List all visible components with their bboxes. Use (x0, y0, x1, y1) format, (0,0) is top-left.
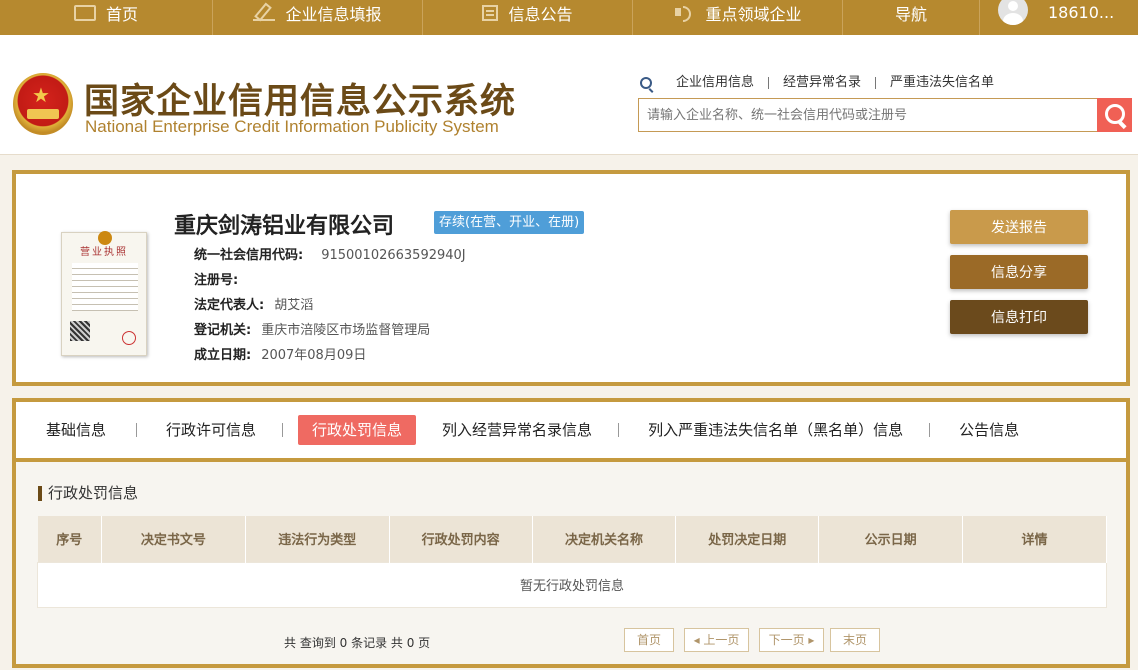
penalty-panel: 行政处罚信息 序号 决定书文号 违法行为类型 行政处罚内容 决定机关名称 处罚决… (16, 462, 1126, 664)
company-name: 重庆剑涛铝业有限公司 (174, 214, 395, 239)
nav-enterprise-report-label: 企业信息填报 (285, 4, 382, 24)
next-page-label: 下一页 (768, 633, 805, 647)
column-header: 决定机关名称 (532, 516, 677, 562)
status-badge: 存续(在营、开业、在册) (434, 211, 585, 234)
tab-basic-info[interactable]: 基础信息 (32, 415, 138, 445)
nav-home[interactable]: 首页 (0, 0, 213, 35)
top-navigation: 首页 企业信息填报 信息公告 重点领域企业 导航 18610... (0, 0, 1138, 35)
seal-icon (122, 331, 136, 345)
penalty-table: 序号 决定书文号 违法行为类型 行政处罚内容 决定机关名称 处罚决定日期 公示日… (37, 516, 1107, 608)
share-info-button[interactable]: 信息分享 (950, 255, 1088, 289)
business-license-image[interactable]: 营业执照 (61, 231, 147, 356)
link-blacklist[interactable]: 严重违法失信名单 (876, 76, 1008, 89)
site-subtitle: National Enterprise Credit Information P… (85, 117, 499, 136)
table-header-row: 序号 决定书文号 违法行为类型 行政处罚内容 决定机关名称 处罚决定日期 公示日… (37, 516, 1107, 562)
info-credit-code: 统一社会信用代码: 91500102663592940J (194, 244, 466, 263)
license-text-lines (72, 263, 138, 311)
speaker-icon (673, 5, 695, 22)
site-header: 国家企业信用信息公示系统 National Enterprise Credit … (0, 35, 1138, 155)
info-reg-number: 注册号: (194, 269, 248, 288)
nav-home-label: 首页 (105, 4, 138, 24)
info-label: 登记机关: (194, 323, 252, 338)
nav-key-sectors-label: 重点领域企业 (705, 4, 802, 24)
chevron-right-icon: ▸ (808, 633, 815, 647)
link-credit-info[interactable]: 企业信用信息 (662, 76, 770, 89)
next-page-button[interactable]: 下一页 ▸ (759, 628, 824, 652)
monitor-icon (73, 4, 96, 21)
license-title: 营业执照 (80, 247, 128, 258)
column-header: 违法行为类型 (245, 516, 390, 562)
pen-icon (253, 5, 276, 21)
user-name: 18610... (1048, 3, 1115, 22)
tab-bar: 基础信息 行政许可信息 行政处罚信息 列入经营异常名录信息 列入严重违法失信名单… (16, 402, 1126, 462)
nav-navigation[interactable]: 导航 (843, 0, 980, 35)
details-section: 基础信息 行政许可信息 行政处罚信息 列入经营异常名录信息 列入严重违法失信名单… (12, 398, 1130, 668)
company-card: 营业执照 重庆剑涛铝业有限公司 存续(在营、开业、在册) 统一社会信用代码: 91… (12, 170, 1130, 386)
info-label: 成立日期: (194, 348, 252, 363)
search-category-links: 企业信用信息 经营异常名录 严重违法失信名单 (640, 76, 1008, 89)
search-icon (640, 77, 652, 89)
info-value: 2007年08月09日 (261, 348, 367, 363)
search-button[interactable] (1097, 98, 1132, 132)
nav-announcements[interactable]: 信息公告 (423, 0, 633, 35)
tab-blacklist[interactable]: 列入严重违法失信名单（黑名单）信息 (618, 415, 931, 445)
user-menu[interactable]: 18610... (980, 0, 1114, 35)
column-header: 详情 (962, 516, 1107, 562)
tab-abnormal-list[interactable]: 列入经营异常名录信息 (428, 415, 620, 445)
column-header: 行政处罚内容 (389, 516, 533, 562)
info-established-date: 成立日期: 2007年08月09日 (194, 344, 366, 363)
link-abnormal-list[interactable]: 经营异常名录 (769, 76, 877, 89)
info-value: 91500102663592940J (321, 248, 466, 263)
prev-page-button[interactable]: ◂ 上一页 (684, 628, 749, 652)
section-title: 行政处罚信息 (38, 486, 138, 501)
info-legal-rep: 法定代表人: 胡艾滔 (194, 294, 313, 313)
avatar (998, 0, 1028, 25)
print-info-button[interactable]: 信息打印 (950, 300, 1088, 334)
nav-key-sectors[interactable]: 重点领域企业 (633, 0, 843, 35)
column-header: 决定书文号 (101, 516, 246, 562)
column-header: 公示日期 (818, 516, 964, 562)
info-label: 注册号: (194, 273, 239, 288)
tab-admin-license[interactable]: 行政许可信息 (136, 415, 284, 445)
info-registration-authority: 登记机关: 重庆市涪陵区市场监督管理局 (194, 319, 430, 338)
document-icon (482, 4, 499, 21)
national-emblem-logo (13, 73, 73, 135)
column-header: 序号 (37, 516, 102, 562)
first-page-button[interactable]: 首页 (624, 628, 674, 652)
table-row: 暂无行政处罚信息 (37, 561, 1107, 608)
info-value: 重庆市涪陵区市场监督管理局 (261, 323, 431, 338)
prev-page-label: 上一页 (703, 633, 740, 647)
send-report-button[interactable]: 发送报告 (950, 210, 1088, 244)
pager-info: 共 查询到 0 条记录 共 0 页 (284, 636, 431, 650)
nav-navigation-label: 导航 (894, 4, 927, 24)
tab-admin-penalty[interactable]: 行政处罚信息 (298, 415, 417, 445)
qr-code-icon (70, 321, 90, 341)
search-input[interactable] (638, 98, 1098, 132)
info-label: 统一社会信用代码: (194, 248, 304, 263)
chevron-left-icon: ◂ (693, 633, 700, 647)
column-header: 处罚决定日期 (675, 516, 820, 562)
last-page-button[interactable]: 末页 (830, 628, 880, 652)
nav-announcements-label: 信息公告 (508, 4, 573, 24)
info-value: 胡艾滔 (274, 298, 314, 313)
tab-announcements[interactable]: 公告信息 (929, 415, 1033, 445)
info-label: 法定代表人: (194, 298, 265, 313)
empty-message: 暂无行政处罚信息 (37, 561, 1107, 608)
nav-enterprise-report[interactable]: 企业信息填报 (213, 0, 423, 35)
